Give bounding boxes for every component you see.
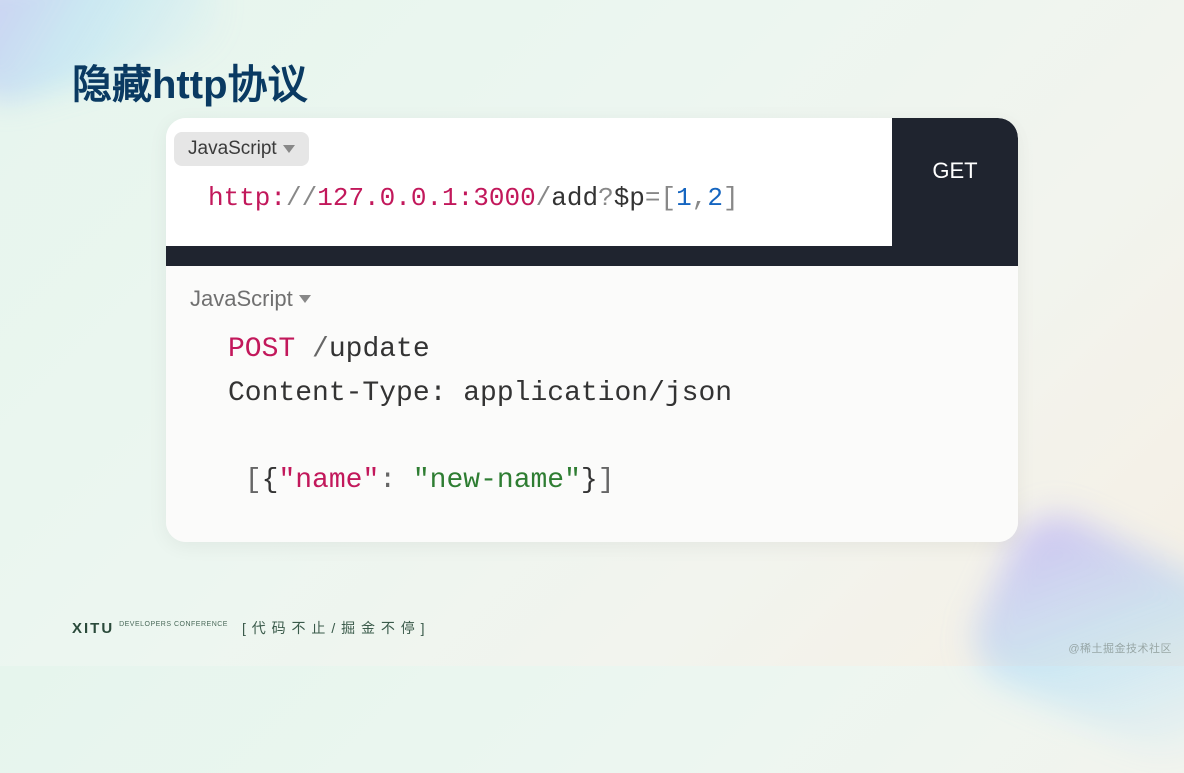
- body-line: [{"name": "new-name"}]: [166, 459, 1018, 502]
- content-type-line: Content-Type: application/json: [166, 372, 1018, 415]
- divider-strip: [166, 246, 1018, 266]
- post-request-line: POST /update: [166, 328, 1018, 371]
- http-method-label: GET: [932, 158, 977, 184]
- footer-logo: XITU DEVELOPERS CONFERENCE: [72, 620, 228, 637]
- slide-title: 隐藏http协议: [72, 52, 308, 110]
- code-panel-get: JavaScript http://127.0.0.1:3000/add?$p=…: [166, 118, 892, 246]
- get-url-line: http://127.0.0.1:3000/add?$p=[1,2]: [166, 180, 892, 216]
- get-request-row: JavaScript http://127.0.0.1:3000/add?$p=…: [166, 118, 1018, 246]
- language-dropdown-1[interactable]: JavaScript: [174, 132, 309, 166]
- chevron-down-icon: [299, 295, 311, 303]
- footer-slogan: [ 代 码 不 止 / 掘 金 不 停 ]: [242, 618, 426, 638]
- language-dropdown-2[interactable]: JavaScript: [176, 280, 325, 318]
- chevron-down-icon: [283, 145, 295, 153]
- blank-line: [166, 415, 1018, 458]
- code-card: JavaScript http://127.0.0.1:3000/add?$p=…: [166, 118, 1018, 542]
- language-label: JavaScript: [188, 138, 277, 160]
- code-panel-post: JavaScript POST /update Content-Type: ap…: [166, 266, 1018, 542]
- http-method-badge-get: GET: [892, 118, 1018, 246]
- language-label: JavaScript: [190, 286, 293, 312]
- watermark: @稀土掘金技术社区: [1068, 640, 1172, 656]
- footer: XITU DEVELOPERS CONFERENCE [ 代 码 不 止 / 掘…: [72, 618, 426, 638]
